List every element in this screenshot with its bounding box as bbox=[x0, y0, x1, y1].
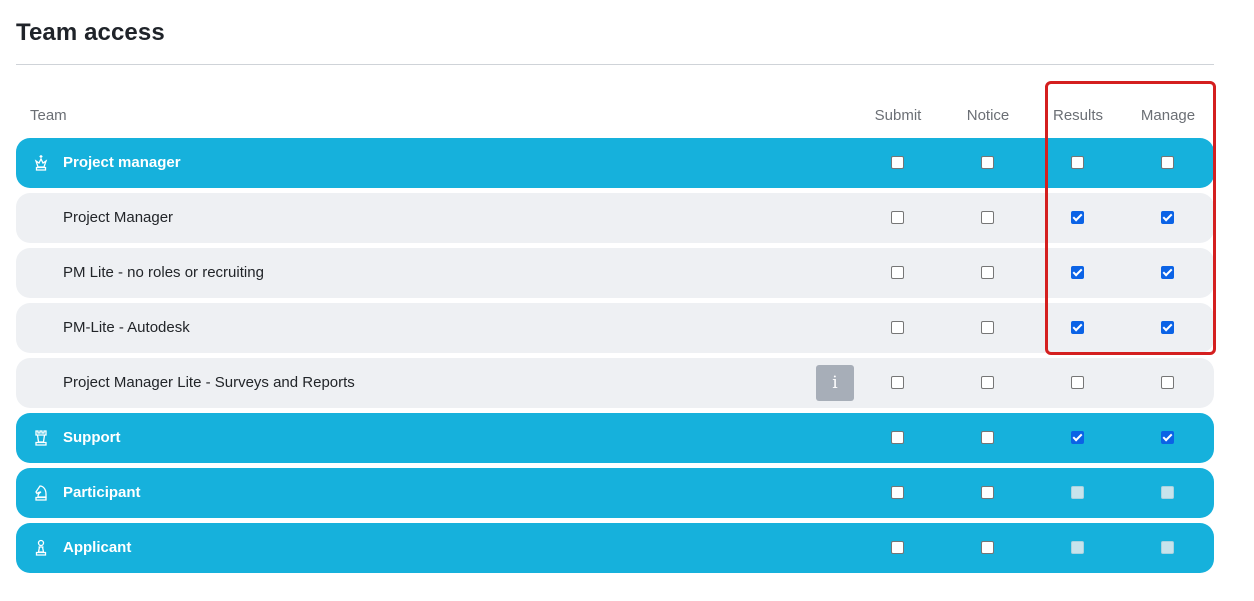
results-checkbox[interactable] bbox=[1071, 266, 1084, 279]
team-group-row: Applicant bbox=[16, 523, 1214, 573]
notice-cell bbox=[943, 303, 1033, 353]
manage-checkbox[interactable] bbox=[1161, 266, 1174, 279]
submit-checkbox[interactable] bbox=[891, 266, 904, 279]
manage-cell bbox=[1123, 303, 1213, 353]
results-checkbox[interactable] bbox=[1071, 211, 1084, 224]
notice-cell bbox=[943, 358, 1033, 408]
manage-checkbox bbox=[1161, 486, 1174, 499]
submit-checkbox[interactable] bbox=[891, 486, 904, 499]
page-title: Team access bbox=[16, 19, 165, 46]
team-label: Project Manager Lite - Surveys and Repor… bbox=[63, 374, 355, 391]
header-team: Team bbox=[30, 107, 67, 124]
results-cell bbox=[1033, 523, 1123, 573]
manage-checkbox[interactable] bbox=[1161, 156, 1174, 169]
submit-cell bbox=[853, 468, 943, 518]
knight-chess-icon bbox=[33, 484, 49, 502]
team-label: Project manager bbox=[63, 154, 181, 171]
results-cell bbox=[1033, 358, 1123, 408]
team-group-row: Project manager bbox=[16, 138, 1214, 188]
submit-cell bbox=[853, 248, 943, 298]
notice-cell bbox=[943, 138, 1033, 188]
results-checkbox bbox=[1071, 541, 1084, 554]
table-header: Team Submit Notice Results Manage bbox=[16, 100, 1214, 130]
manage-checkbox[interactable] bbox=[1161, 211, 1174, 224]
team-group-row: Support bbox=[16, 413, 1214, 463]
submit-cell bbox=[853, 523, 943, 573]
submit-checkbox[interactable] bbox=[891, 156, 904, 169]
results-checkbox bbox=[1071, 486, 1084, 499]
submit-cell bbox=[853, 413, 943, 463]
submit-checkbox[interactable] bbox=[891, 211, 904, 224]
team-label: Applicant bbox=[63, 539, 132, 556]
manage-checkbox[interactable] bbox=[1161, 321, 1174, 334]
team-role-row: Project Manager Lite - Surveys and Repor… bbox=[16, 358, 1214, 408]
rook-chess-icon bbox=[33, 429, 49, 447]
info-icon[interactable]: i bbox=[816, 365, 854, 401]
title-divider bbox=[16, 64, 1214, 65]
results-cell bbox=[1033, 413, 1123, 463]
manage-cell bbox=[1123, 248, 1213, 298]
manage-cell bbox=[1123, 193, 1213, 243]
results-cell bbox=[1033, 248, 1123, 298]
manage-cell bbox=[1123, 468, 1213, 518]
king-chess-icon bbox=[33, 154, 49, 172]
notice-checkbox[interactable] bbox=[981, 156, 994, 169]
submit-cell bbox=[853, 358, 943, 408]
notice-checkbox[interactable] bbox=[981, 431, 994, 444]
team-label: Project Manager bbox=[63, 209, 174, 226]
submit-cell bbox=[853, 138, 943, 188]
results-cell bbox=[1033, 468, 1123, 518]
notice-checkbox[interactable] bbox=[981, 211, 994, 224]
manage-cell bbox=[1123, 358, 1213, 408]
submit-checkbox[interactable] bbox=[891, 321, 904, 334]
results-checkbox[interactable] bbox=[1071, 321, 1084, 334]
team-role-row: Project Manager bbox=[16, 193, 1214, 243]
notice-cell bbox=[943, 413, 1033, 463]
team-role-row: PM-Lite - Autodesk bbox=[16, 303, 1214, 353]
results-checkbox[interactable] bbox=[1071, 431, 1084, 444]
results-cell bbox=[1033, 193, 1123, 243]
notice-checkbox[interactable] bbox=[981, 486, 994, 499]
results-cell bbox=[1033, 138, 1123, 188]
team-label: Support bbox=[63, 429, 121, 446]
header-submit: Submit bbox=[874, 107, 922, 124]
notice-checkbox[interactable] bbox=[981, 376, 994, 389]
team-label: PM Lite - no roles or recruiting bbox=[63, 264, 264, 281]
team-access-panel: Team access Team Submit Notice Results M… bbox=[0, 0, 1254, 601]
team-label: Participant bbox=[63, 484, 141, 501]
notice-checkbox[interactable] bbox=[981, 266, 994, 279]
header-results: Results bbox=[1052, 107, 1104, 124]
header-manage: Manage bbox=[1140, 107, 1196, 124]
team-group-row: Participant bbox=[16, 468, 1214, 518]
notice-cell bbox=[943, 248, 1033, 298]
manage-cell bbox=[1123, 138, 1213, 188]
notice-cell bbox=[943, 468, 1033, 518]
notice-checkbox[interactable] bbox=[981, 321, 994, 334]
header-notice: Notice bbox=[966, 107, 1010, 124]
submit-cell bbox=[853, 303, 943, 353]
manage-checkbox[interactable] bbox=[1161, 376, 1174, 389]
results-checkbox[interactable] bbox=[1071, 376, 1084, 389]
notice-cell bbox=[943, 523, 1033, 573]
manage-cell bbox=[1123, 413, 1213, 463]
team-label: PM-Lite - Autodesk bbox=[63, 319, 190, 336]
manage-cell bbox=[1123, 523, 1213, 573]
submit-checkbox[interactable] bbox=[891, 541, 904, 554]
notice-checkbox[interactable] bbox=[981, 541, 994, 554]
manage-checkbox bbox=[1161, 541, 1174, 554]
pawn-chess-icon bbox=[33, 539, 49, 557]
submit-checkbox[interactable] bbox=[891, 376, 904, 389]
team-role-row: PM Lite - no roles or recruiting bbox=[16, 248, 1214, 298]
submit-cell bbox=[853, 193, 943, 243]
results-cell bbox=[1033, 303, 1123, 353]
manage-checkbox[interactable] bbox=[1161, 431, 1174, 444]
submit-checkbox[interactable] bbox=[891, 431, 904, 444]
notice-cell bbox=[943, 193, 1033, 243]
results-checkbox[interactable] bbox=[1071, 156, 1084, 169]
